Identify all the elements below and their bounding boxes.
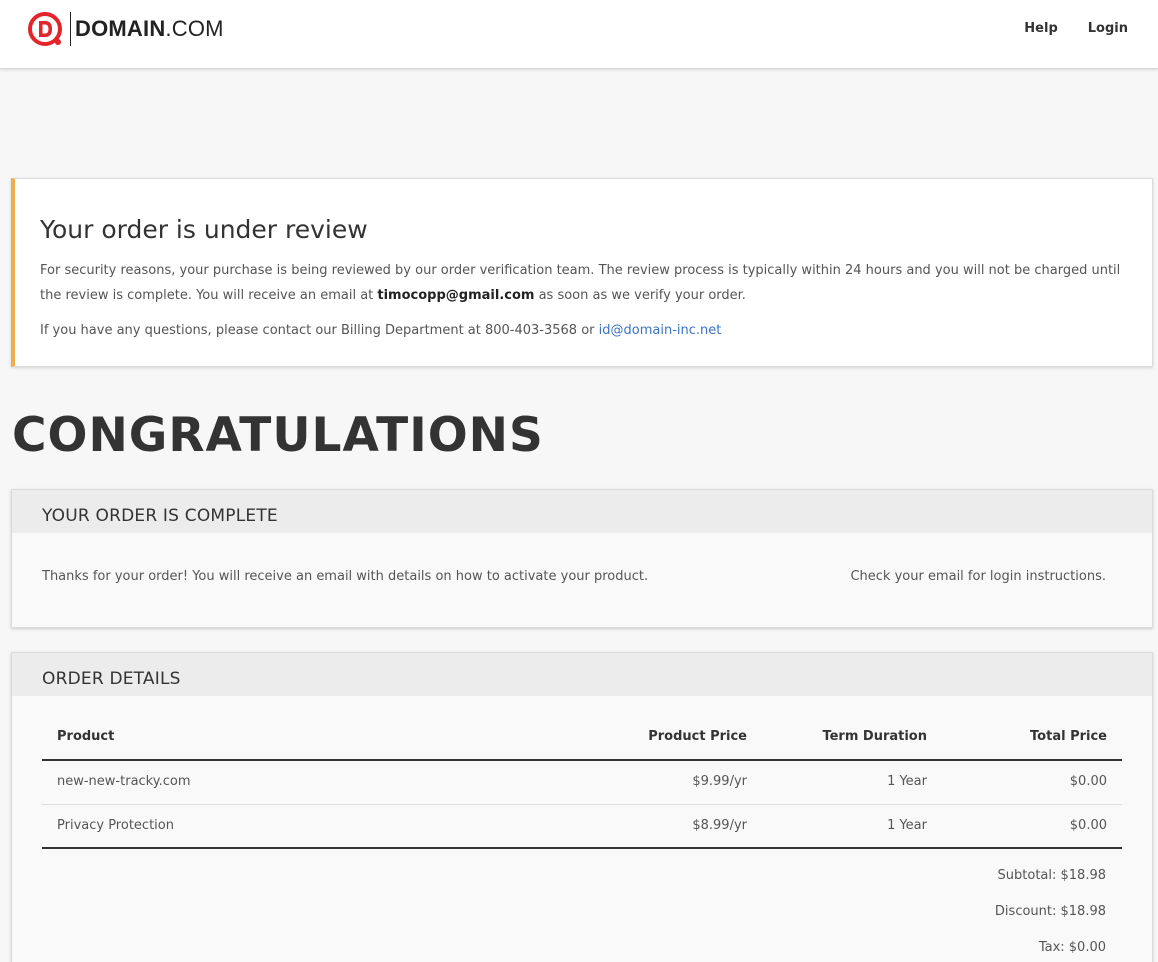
column-header-product-price: Product Price <box>648 729 747 744</box>
order-thanks-message: Thanks for your order! You will receive … <box>42 569 649 584</box>
order-complete-heading: YOUR ORDER IS COMPLETE <box>12 490 1152 533</box>
logo-wordmark: DOMAIN.COM <box>75 16 224 41</box>
logo-d-icon <box>27 11 63 47</box>
column-header-total-price: Total Price <box>1030 729 1107 744</box>
login-instructions-note: Check your email for login instructions. <box>850 569 1106 584</box>
table-header-row: Product Product Price Term Duration Tota… <box>42 696 1122 761</box>
total-price: $0.00 <box>1069 774 1107 789</box>
term-duration: 1 Year <box>887 774 927 789</box>
congratulations-heading: CONGRATULATIONS <box>12 408 544 463</box>
review-message: For security reasons, your purchase is b… <box>40 263 1121 303</box>
order-details-heading: ORDER DETAILS <box>12 653 1152 696</box>
help-link[interactable]: Help <box>1024 21 1057 36</box>
contact-message: If you have any questions, please contac… <box>40 323 722 338</box>
logo-divider <box>70 12 71 46</box>
top-nav: Help Login <box>1024 21 1128 36</box>
product-name: new-new-tracky.com <box>57 774 191 789</box>
column-header-term-duration: Term Duration <box>822 729 927 744</box>
top-header: DOMAIN.COM Help Login <box>0 0 1158 69</box>
order-review-notice: Your order is under review For security … <box>11 178 1153 367</box>
order-totals: Subtotal: $18.98 Discount: $18.98 Tax: $… <box>995 868 1106 962</box>
table-row: new-new-tracky.com $9.99/yr 1 Year $0.00 <box>42 761 1122 805</box>
order-complete-panel: YOUR ORDER IS COMPLETE Thanks for your o… <box>11 489 1153 628</box>
column-header-product: Product <box>57 729 115 744</box>
table-row: Privacy Protection $8.99/yr 1 Year $0.00 <box>42 805 1122 849</box>
product-name: Privacy Protection <box>57 818 174 833</box>
login-link[interactable]: Login <box>1088 21 1128 36</box>
term-duration: 1 Year <box>887 818 927 833</box>
domain-logo[interactable]: DOMAIN.COM <box>27 10 224 48</box>
tax-line: Tax: $0.00 <box>1038 940 1106 955</box>
review-title: Your order is under review <box>40 215 368 244</box>
subtotal-line: Subtotal: $18.98 <box>997 868 1106 883</box>
product-price: $8.99/yr <box>692 818 747 833</box>
billing-email-link[interactable]: id@domain-inc.net <box>599 323 722 338</box>
product-price: $9.99/yr <box>692 774 747 789</box>
order-details-panel: ORDER DETAILS Product Product Price Term… <box>11 652 1153 962</box>
total-price: $0.00 <box>1069 818 1107 833</box>
order-table: Product Product Price Term Duration Tota… <box>42 696 1122 849</box>
discount-line: Discount: $18.98 <box>994 904 1106 919</box>
customer-email: timocopp@gmail.com <box>377 288 535 303</box>
